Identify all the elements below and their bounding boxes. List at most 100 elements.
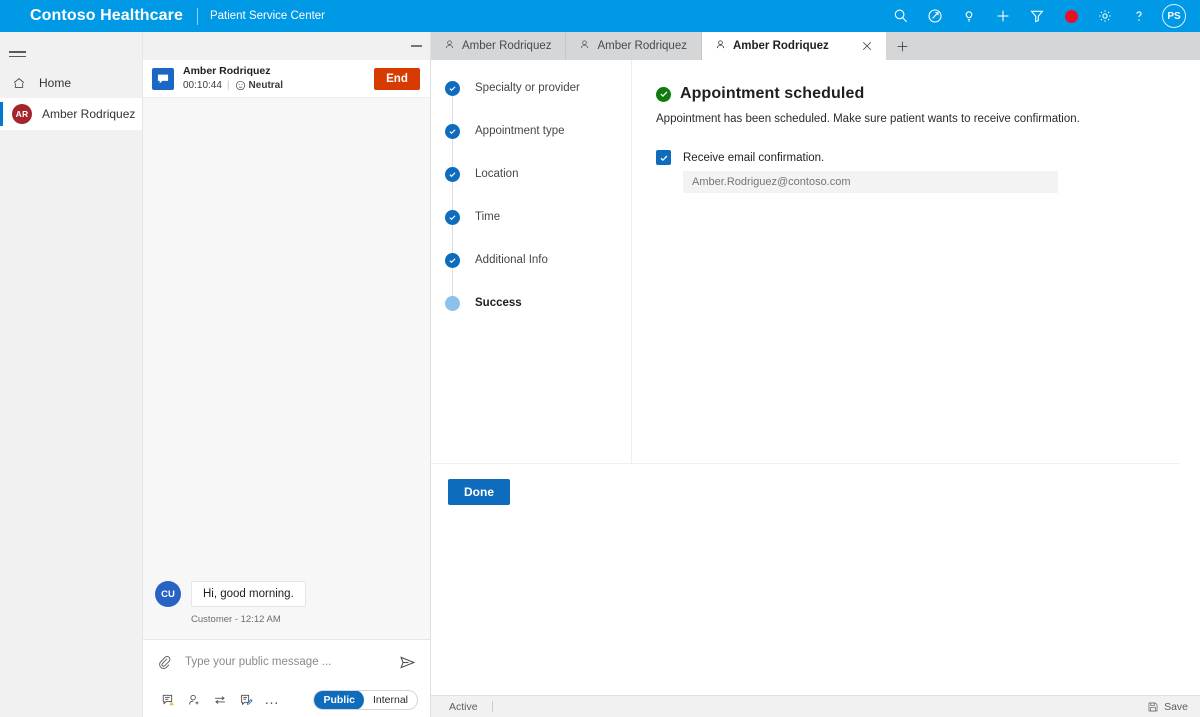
close-icon[interactable] bbox=[862, 41, 872, 51]
home-icon bbox=[12, 76, 30, 90]
step-label: Specialty or provider bbox=[475, 82, 580, 94]
status-state: Active bbox=[449, 700, 478, 713]
app-brand-subtitle: Patient Service Center bbox=[209, 10, 326, 22]
step-connector bbox=[452, 182, 453, 210]
sidebar-item-amber-rodriquez-label: Amber Rodriquez bbox=[42, 107, 136, 121]
minimize-icon[interactable] bbox=[411, 45, 422, 47]
success-check-icon bbox=[656, 86, 671, 102]
tab-amber-rodriquez-2[interactable]: Amber Rodriquez bbox=[566, 32, 702, 60]
conversation-customer-name: Amber Rodriquez bbox=[183, 64, 271, 77]
add-agent-icon[interactable] bbox=[181, 693, 207, 707]
app-header: Contoso Healthcare Patient Service Cente… bbox=[0, 0, 1200, 32]
step-current-icon bbox=[445, 296, 460, 311]
step-connector bbox=[452, 139, 453, 167]
step-label: Location bbox=[475, 168, 519, 180]
message-row: CU Hi, good morning. bbox=[155, 581, 415, 607]
email-confirmation-checkbox-row[interactable]: Receive email confirmation. bbox=[656, 150, 1153, 165]
left-nav-rail: Home AR Amber Rodriquez bbox=[0, 32, 143, 717]
conversation-timer: 00:10:44 bbox=[183, 79, 222, 91]
tab-label: Amber Rodriquez bbox=[462, 40, 552, 52]
chat-icon bbox=[152, 67, 174, 90]
save-icon bbox=[1148, 702, 1158, 711]
assist-icon[interactable] bbox=[918, 0, 952, 32]
app-brand-title: Contoso Healthcare bbox=[30, 7, 183, 24]
step-appointment-type[interactable]: Appointment type bbox=[445, 124, 631, 167]
visibility-public-option[interactable]: Public bbox=[314, 691, 364, 709]
conversation-panel-topbar bbox=[143, 32, 430, 60]
end-conversation-button[interactable]: End bbox=[374, 67, 420, 90]
gear-icon[interactable] bbox=[1088, 0, 1122, 32]
message-bubble: Hi, good morning. bbox=[191, 581, 306, 607]
step-time[interactable]: Time bbox=[445, 210, 631, 253]
session-tabstrip: Amber Rodriquez Amber Rodriquez Amber Ro… bbox=[431, 32, 1200, 60]
quick-reply-icon[interactable] bbox=[155, 693, 181, 707]
message-input[interactable] bbox=[175, 655, 396, 669]
hamburger-menu-icon[interactable] bbox=[0, 40, 40, 68]
person-icon bbox=[579, 39, 590, 53]
send-icon[interactable] bbox=[396, 654, 418, 671]
email-field[interactable] bbox=[683, 171, 1058, 193]
step-label: Time bbox=[475, 211, 501, 223]
composer-toolbar: … Public Internal bbox=[143, 684, 430, 716]
done-button[interactable]: Done bbox=[448, 479, 510, 505]
email-confirmation-checkbox[interactable] bbox=[656, 150, 671, 165]
wizard-body: Specialty or provider Appointment type L… bbox=[431, 60, 1179, 463]
sentiment-indicator: Neutral bbox=[235, 79, 283, 93]
plus-icon[interactable] bbox=[986, 0, 1020, 32]
step-specialty-or-provider[interactable]: Specialty or provider bbox=[445, 81, 631, 124]
more-icon[interactable]: … bbox=[259, 692, 285, 707]
message-item: CU Hi, good morning. Customer - 12:12 AM bbox=[155, 581, 415, 625]
notes-icon[interactable] bbox=[233, 693, 259, 707]
filter-icon[interactable] bbox=[1020, 0, 1054, 32]
conversation-meta: 00:10:44 | Neutral bbox=[183, 79, 374, 93]
save-record-button[interactable]: Save bbox=[1147, 701, 1188, 713]
conversation-header: Amber Rodriquez 00:10:44 | Neutral End bbox=[143, 60, 430, 98]
person-icon bbox=[715, 39, 726, 53]
transfer-icon[interactable] bbox=[207, 693, 233, 707]
step-complete-icon bbox=[445, 167, 460, 182]
user-avatar-initials: PS bbox=[1167, 10, 1181, 22]
search-icon[interactable] bbox=[884, 0, 918, 32]
sidebar-item-amber-rodriquez[interactable]: AR Amber Rodriquez bbox=[0, 98, 142, 130]
step-complete-icon bbox=[445, 253, 460, 268]
add-tab-button[interactable] bbox=[886, 32, 920, 60]
sentiment-label: Neutral bbox=[248, 79, 283, 91]
conversation-transcript: CU Hi, good morning. Customer - 12:12 AM bbox=[143, 98, 430, 639]
step-additional-info[interactable]: Additional Info bbox=[445, 253, 631, 296]
email-confirmation-label: Receive email confirmation. bbox=[683, 151, 825, 164]
step-label: Appointment type bbox=[475, 125, 565, 137]
pane-description: Appointment has been scheduled. Make sur… bbox=[656, 113, 1080, 125]
sidebar-item-home[interactable]: Home bbox=[0, 68, 142, 98]
lightbulb-icon[interactable] bbox=[952, 0, 986, 32]
conversation-panel: Amber Rodriquez 00:10:44 | Neutral End C… bbox=[143, 32, 431, 717]
tab-amber-rodriquez-1[interactable]: Amber Rodriquez bbox=[431, 32, 567, 60]
step-location[interactable]: Location bbox=[445, 167, 631, 210]
step-complete-icon bbox=[445, 81, 460, 96]
status-bar: Active Save bbox=[431, 695, 1200, 717]
message-visibility-toggle[interactable]: Public Internal bbox=[313, 690, 418, 710]
step-success[interactable]: Success bbox=[445, 296, 631, 339]
visibility-internal-option[interactable]: Internal bbox=[364, 691, 417, 709]
sidebar-item-home-label: Home bbox=[39, 76, 72, 90]
neutral-face-icon bbox=[235, 80, 245, 91]
tab-amber-rodriquez-3[interactable]: Amber Rodriquez bbox=[701, 32, 886, 60]
user-avatar[interactable]: PS bbox=[1162, 4, 1186, 28]
wizard-footer: Done bbox=[431, 463, 1179, 522]
message-meta: Customer - 12:12 AM bbox=[191, 614, 281, 625]
help-icon[interactable] bbox=[1122, 0, 1156, 32]
paperclip-icon[interactable] bbox=[153, 655, 175, 670]
pane-title-row: Appointment scheduled bbox=[656, 85, 1153, 103]
step-connector bbox=[452, 268, 453, 296]
step-connector bbox=[452, 225, 453, 253]
main-content: Amber Rodriquez Amber Rodriquez Amber Ro… bbox=[431, 32, 1200, 717]
header-actions: PS bbox=[884, 0, 1200, 32]
step-label: Additional Info bbox=[475, 254, 548, 266]
avatar-initials: AR bbox=[15, 109, 29, 119]
status-divider bbox=[491, 701, 493, 712]
step-complete-icon bbox=[445, 124, 460, 139]
record-icon[interactable] bbox=[1054, 0, 1088, 32]
page-title: Appointment scheduled bbox=[680, 85, 865, 102]
conversation-header-text: Amber Rodriquez 00:10:44 | Neutral bbox=[183, 65, 374, 93]
message-avatar-initials: CU bbox=[161, 588, 175, 600]
record-dot bbox=[1064, 9, 1078, 23]
